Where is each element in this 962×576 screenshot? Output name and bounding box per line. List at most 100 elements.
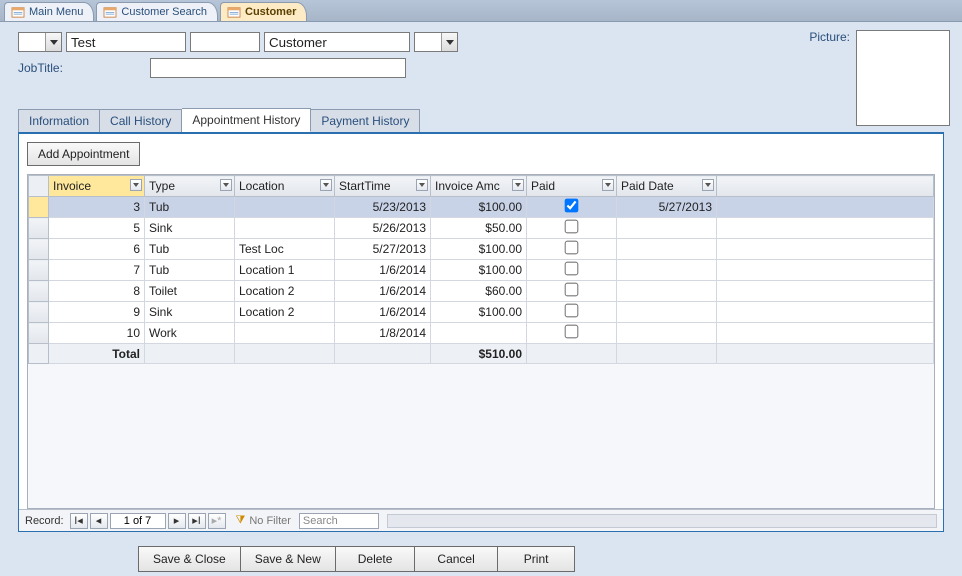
cell-amount[interactable]: $100.00 [431, 197, 527, 218]
filter-indicator[interactable]: ⧩ No Filter [236, 514, 291, 527]
cell-paid[interactable] [527, 281, 617, 302]
cell-type[interactable]: Tub [145, 239, 235, 260]
chevron-down-icon[interactable] [702, 179, 714, 191]
sub-tab[interactable]: Information [18, 109, 100, 132]
cell-amount[interactable] [431, 323, 527, 344]
row-selector[interactable] [29, 239, 49, 260]
column-header[interactable]: Type [145, 176, 235, 197]
cell-start[interactable]: 5/26/2013 [335, 218, 431, 239]
cell-paid-date[interactable] [617, 281, 717, 302]
table-row[interactable]: 6TubTest Loc5/27/2013$100.00 [29, 239, 934, 260]
cell-invoice[interactable]: 5 [49, 218, 145, 239]
table-row[interactable]: 8ToiletLocation 21/6/2014$60.00 [29, 281, 934, 302]
chevron-down-icon[interactable] [602, 179, 614, 191]
cell-type[interactable]: Tub [145, 197, 235, 218]
delete-button[interactable]: Delete [336, 546, 416, 572]
row-selector[interactable] [29, 260, 49, 281]
cell-type[interactable]: Sink [145, 218, 235, 239]
cell-type[interactable]: Work [145, 323, 235, 344]
cell-paid[interactable] [527, 239, 617, 260]
paid-checkbox[interactable] [565, 241, 579, 255]
nav-new-button[interactable]: ▸* [208, 513, 226, 529]
cell-start[interactable]: 1/6/2014 [335, 302, 431, 323]
row-selector-header[interactable] [29, 176, 49, 197]
cell-paid[interactable] [527, 260, 617, 281]
cell-amount[interactable]: $100.00 [431, 260, 527, 281]
paid-checkbox[interactable] [565, 262, 579, 276]
cell-start[interactable]: 1/8/2014 [335, 323, 431, 344]
table-row[interactable]: 9SinkLocation 21/6/2014$100.00 [29, 302, 934, 323]
suffix-combo[interactable] [414, 32, 458, 52]
job-title-field[interactable] [150, 58, 406, 78]
chevron-down-icon[interactable] [512, 179, 524, 191]
row-selector[interactable] [29, 281, 49, 302]
table-row[interactable]: 5Sink 5/26/2013$50.00 [29, 218, 934, 239]
column-header[interactable]: Invoice [49, 176, 145, 197]
cell-amount[interactable]: $100.00 [431, 239, 527, 260]
paid-checkbox[interactable] [565, 199, 579, 213]
cell-paid[interactable] [527, 323, 617, 344]
table-row[interactable]: 10Work 1/8/2014 [29, 323, 934, 344]
cell-start[interactable]: 5/27/2013 [335, 239, 431, 260]
cell-paid-date[interactable] [617, 218, 717, 239]
add-appointment-button[interactable]: Add Appointment [27, 142, 140, 166]
cell-start[interactable]: 5/23/2013 [335, 197, 431, 218]
row-selector[interactable] [29, 197, 49, 218]
cell-type[interactable]: Toilet [145, 281, 235, 302]
nav-last-button[interactable]: ▸I [188, 513, 206, 529]
nav-next-button[interactable]: ▸ [168, 513, 186, 529]
cell-paid[interactable] [527, 197, 617, 218]
cell-paid[interactable] [527, 218, 617, 239]
print-button[interactable]: Print [498, 546, 576, 572]
middle-name-field[interactable] [190, 32, 260, 52]
first-name-field[interactable] [66, 32, 186, 52]
appointments-grid[interactable]: InvoiceTypeLocationStartTimeInvoice AmcP… [27, 174, 935, 509]
cell-paid-date[interactable] [617, 302, 717, 323]
cell-invoice[interactable]: 3 [49, 197, 145, 218]
cell-amount[interactable]: $60.00 [431, 281, 527, 302]
last-name-field[interactable] [264, 32, 410, 52]
sub-tab[interactable]: Call History [100, 109, 182, 132]
cell-location[interactable] [235, 197, 335, 218]
cell-amount[interactable]: $50.00 [431, 218, 527, 239]
horizontal-scrollbar[interactable] [387, 514, 937, 528]
cell-location[interactable]: Location 2 [235, 281, 335, 302]
save-close-button[interactable]: Save & Close [138, 546, 241, 572]
document-tab[interactable]: Main Menu [4, 2, 94, 21]
cell-location[interactable]: Test Loc [235, 239, 335, 260]
cell-paid-date[interactable] [617, 239, 717, 260]
cell-start[interactable]: 1/6/2014 [335, 281, 431, 302]
row-selector[interactable] [29, 302, 49, 323]
cell-location[interactable] [235, 323, 335, 344]
cell-location[interactable]: Location 1 [235, 260, 335, 281]
nav-first-button[interactable]: I◂ [70, 513, 88, 529]
column-header[interactable]: Location [235, 176, 335, 197]
cell-paid-date[interactable] [617, 260, 717, 281]
cell-invoice[interactable]: 7 [49, 260, 145, 281]
title-combo[interactable] [18, 32, 62, 52]
paid-checkbox[interactable] [565, 283, 579, 297]
document-tab[interactable]: Customer Search [96, 2, 218, 21]
sub-tab[interactable]: Appointment History [182, 108, 311, 132]
cell-location[interactable]: Location 2 [235, 302, 335, 323]
cell-invoice[interactable]: 9 [49, 302, 145, 323]
cell-invoice[interactable]: 10 [49, 323, 145, 344]
row-selector[interactable] [29, 218, 49, 239]
nav-position[interactable] [110, 513, 166, 529]
column-header[interactable]: Paid [527, 176, 617, 197]
row-selector[interactable] [29, 323, 49, 344]
paid-checkbox[interactable] [565, 304, 579, 318]
picture-placeholder[interactable] [856, 30, 950, 126]
column-header[interactable]: Invoice Amc [431, 176, 527, 197]
cell-paid-date[interactable] [617, 323, 717, 344]
paid-checkbox[interactable] [565, 220, 579, 234]
cancel-button[interactable]: Cancel [415, 546, 497, 572]
cell-type[interactable]: Tub [145, 260, 235, 281]
save-new-button[interactable]: Save & New [241, 546, 336, 572]
cell-amount[interactable]: $100.00 [431, 302, 527, 323]
column-header[interactable]: Paid Date [617, 176, 717, 197]
chevron-down-icon[interactable] [320, 179, 332, 191]
cell-invoice[interactable]: 8 [49, 281, 145, 302]
chevron-down-icon[interactable] [130, 179, 142, 191]
cell-location[interactable] [235, 218, 335, 239]
